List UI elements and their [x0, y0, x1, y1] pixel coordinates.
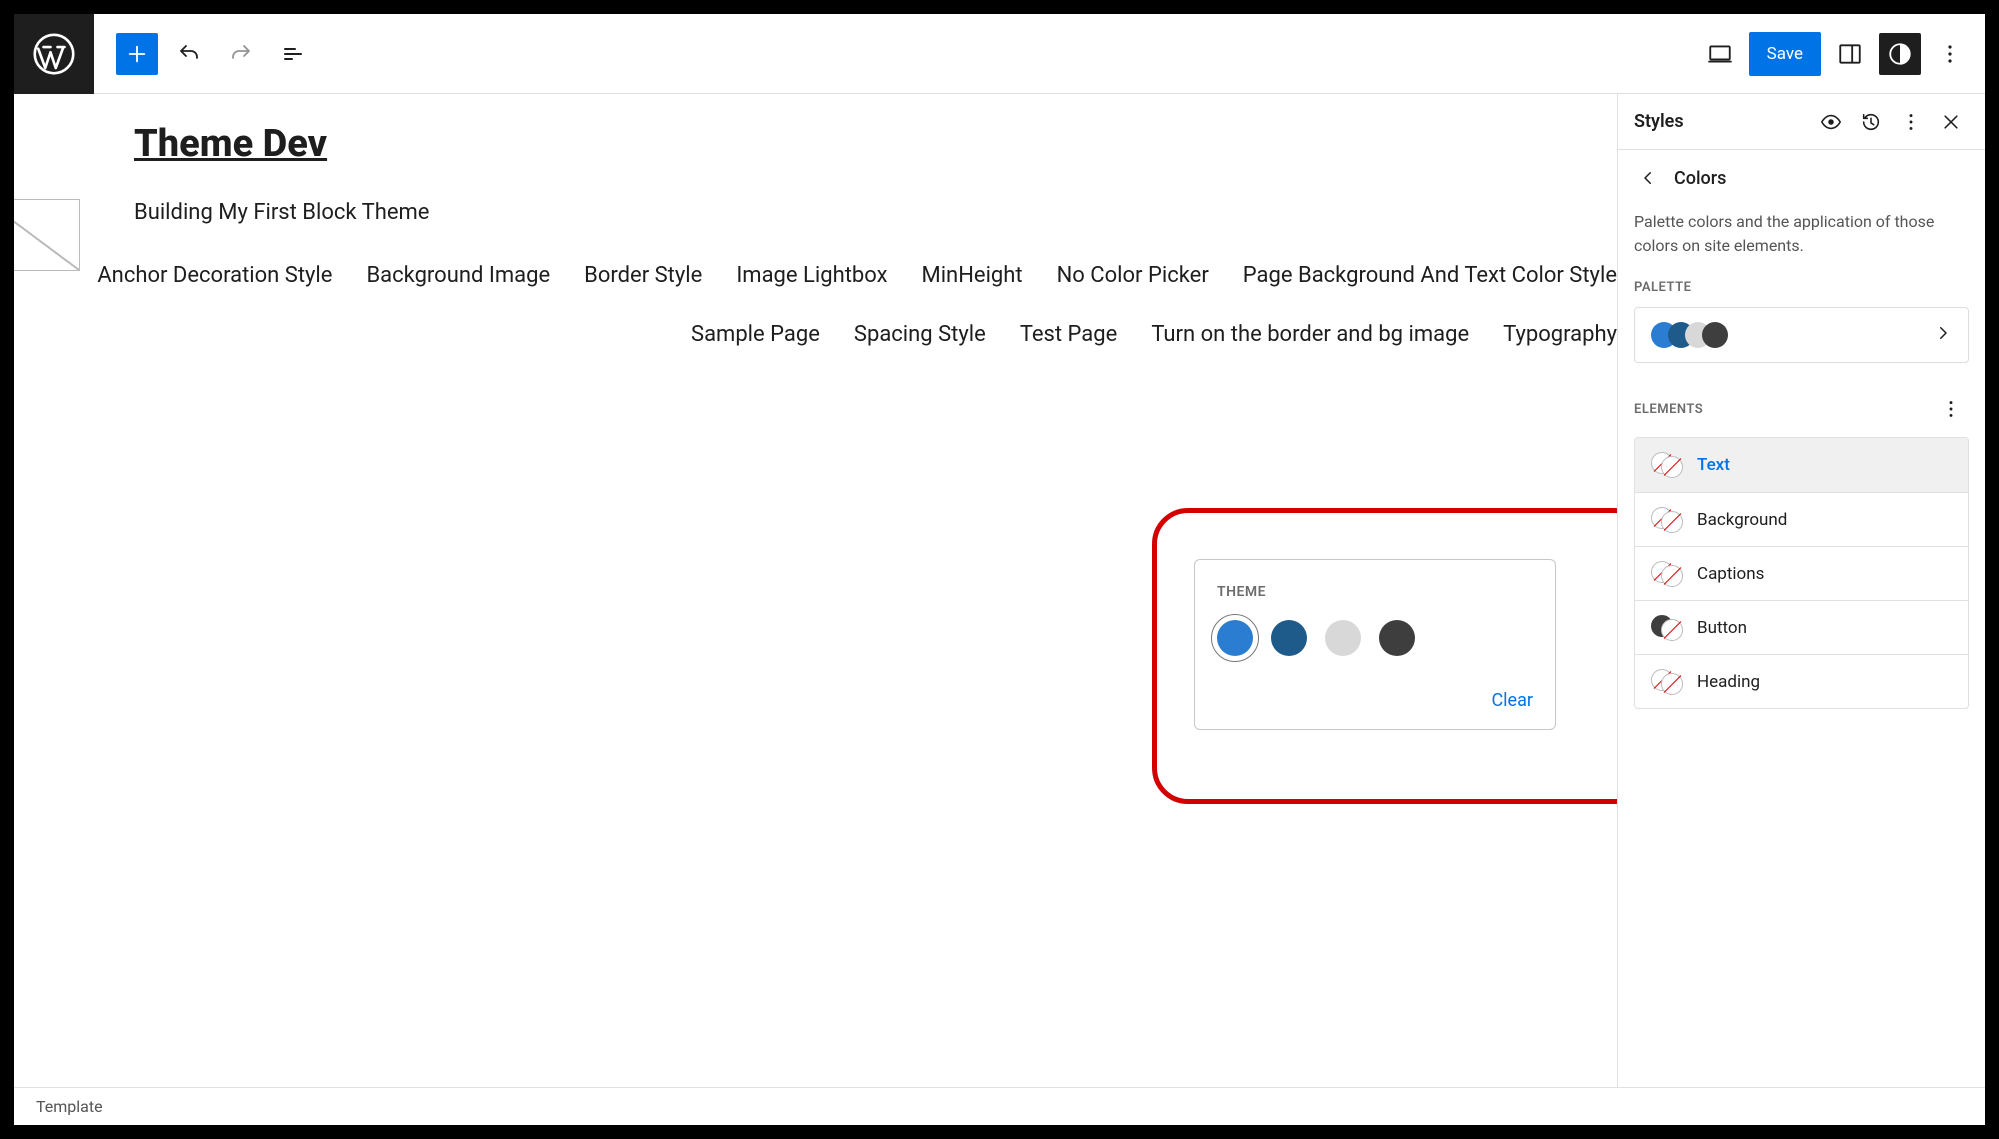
half-circle-icon	[1887, 41, 1913, 67]
undo-icon	[177, 42, 201, 66]
element-row-text[interactable]: Text	[1635, 438, 1968, 492]
element-row-button[interactable]: Button	[1635, 600, 1968, 654]
color-indicator	[1651, 561, 1683, 587]
palette-row[interactable]	[1634, 307, 1969, 363]
site-tagline[interactable]: Building My First Block Theme	[134, 200, 1507, 225]
color-indicator	[1651, 615, 1683, 641]
redo-icon	[229, 42, 253, 66]
history-icon	[1860, 111, 1882, 133]
color-picker-popover: THEME Clear	[1194, 559, 1556, 730]
document-overview-button[interactable]	[272, 33, 314, 75]
element-row-heading[interactable]: Heading	[1635, 654, 1968, 708]
editor-toolbar: Save	[14, 14, 1985, 94]
elements-more-button[interactable]	[1933, 391, 1969, 427]
view-button[interactable]	[1699, 33, 1741, 75]
site-logo-placeholder[interactable]	[14, 199, 80, 271]
sidebar-description: Palette colors and the application of th…	[1618, 206, 1985, 276]
elements-section-label: ELEMENTS	[1634, 402, 1933, 417]
nav-item[interactable]: Turn on the border and bg image	[1151, 322, 1469, 347]
color-indicator	[1651, 452, 1683, 478]
popover-section-title: THEME	[1217, 584, 1533, 600]
save-button[interactable]: Save	[1749, 32, 1821, 76]
add-block-button[interactable]	[116, 33, 158, 75]
element-row-captions[interactable]: Captions	[1635, 546, 1968, 600]
nav-item[interactable]: Anchor Decoration Style	[97, 263, 332, 288]
panel-icon	[1837, 41, 1863, 67]
revisions-button[interactable]	[1853, 104, 1889, 140]
kebab-icon	[1900, 111, 1922, 133]
element-label: Button	[1697, 618, 1747, 638]
color-swatch-3[interactable]	[1325, 620, 1361, 656]
site-nav: Anchor Decoration Style Background Image…	[14, 245, 1617, 347]
kebab-icon	[1938, 42, 1962, 66]
footer-label: Template	[36, 1097, 103, 1116]
settings-sidebar-toggle[interactable]	[1829, 33, 1871, 75]
sidebar-title: Styles	[1634, 111, 1809, 132]
element-row-background[interactable]: Background	[1635, 492, 1968, 546]
color-swatch-1[interactable]	[1217, 620, 1253, 656]
eye-icon	[1820, 111, 1842, 133]
nav-item[interactable]: Image Lightbox	[736, 263, 887, 288]
styles-sidebar: Styles Colors Pale	[1617, 94, 1985, 1087]
color-swatch-4[interactable]	[1379, 620, 1415, 656]
elements-list: Text Background Captions Button Heading	[1634, 437, 1969, 709]
styles-more-button[interactable]	[1893, 104, 1929, 140]
chevron-left-icon	[1639, 169, 1657, 187]
nav-item[interactable]: Background Image	[366, 263, 550, 288]
undo-button[interactable]	[168, 33, 210, 75]
plus-icon	[126, 43, 148, 65]
wordpress-logo-button[interactable]	[14, 14, 94, 94]
sidebar-section-title: Colors	[1674, 168, 1726, 189]
element-label: Heading	[1697, 672, 1760, 692]
nav-item[interactable]: Test Page	[1020, 322, 1118, 347]
nav-item[interactable]: Spacing Style	[854, 322, 986, 347]
color-indicator	[1651, 507, 1683, 533]
nav-item[interactable]: Border Style	[584, 263, 702, 288]
palette-section-label: PALETTE	[1618, 276, 1985, 307]
element-label: Text	[1697, 455, 1730, 475]
chevron-right-icon	[1934, 324, 1952, 346]
clear-button[interactable]: Clear	[1217, 690, 1533, 711]
kebab-icon	[1940, 398, 1962, 420]
footer-breadcrumb[interactable]: Template	[14, 1087, 1985, 1125]
more-options-button[interactable]	[1929, 33, 1971, 75]
wordpress-icon	[33, 33, 75, 75]
nav-item[interactable]: Page Background And Text Color Style	[1243, 263, 1617, 288]
style-book-button[interactable]	[1813, 104, 1849, 140]
back-button[interactable]	[1634, 164, 1662, 192]
nav-item[interactable]: Typography	[1503, 322, 1617, 347]
desktop-icon	[1707, 41, 1733, 67]
nav-item[interactable]: MinHeight	[922, 263, 1023, 288]
redo-button[interactable]	[220, 33, 262, 75]
list-icon	[281, 42, 305, 66]
element-label: Background	[1697, 510, 1787, 530]
color-indicator	[1651, 669, 1683, 695]
site-title[interactable]: Theme Dev	[134, 122, 1507, 166]
nav-item[interactable]: No Color Picker	[1057, 263, 1209, 288]
close-sidebar-button[interactable]	[1933, 104, 1969, 140]
editor-canvas: Theme Dev Building My First Block Theme …	[14, 94, 1617, 1087]
styles-toggle[interactable]	[1879, 33, 1921, 75]
nav-item[interactable]: Sample Page	[691, 322, 820, 347]
palette-preview	[1651, 322, 1719, 348]
close-icon	[1941, 112, 1961, 132]
color-swatch-2[interactable]	[1271, 620, 1307, 656]
element-label: Captions	[1697, 564, 1764, 584]
